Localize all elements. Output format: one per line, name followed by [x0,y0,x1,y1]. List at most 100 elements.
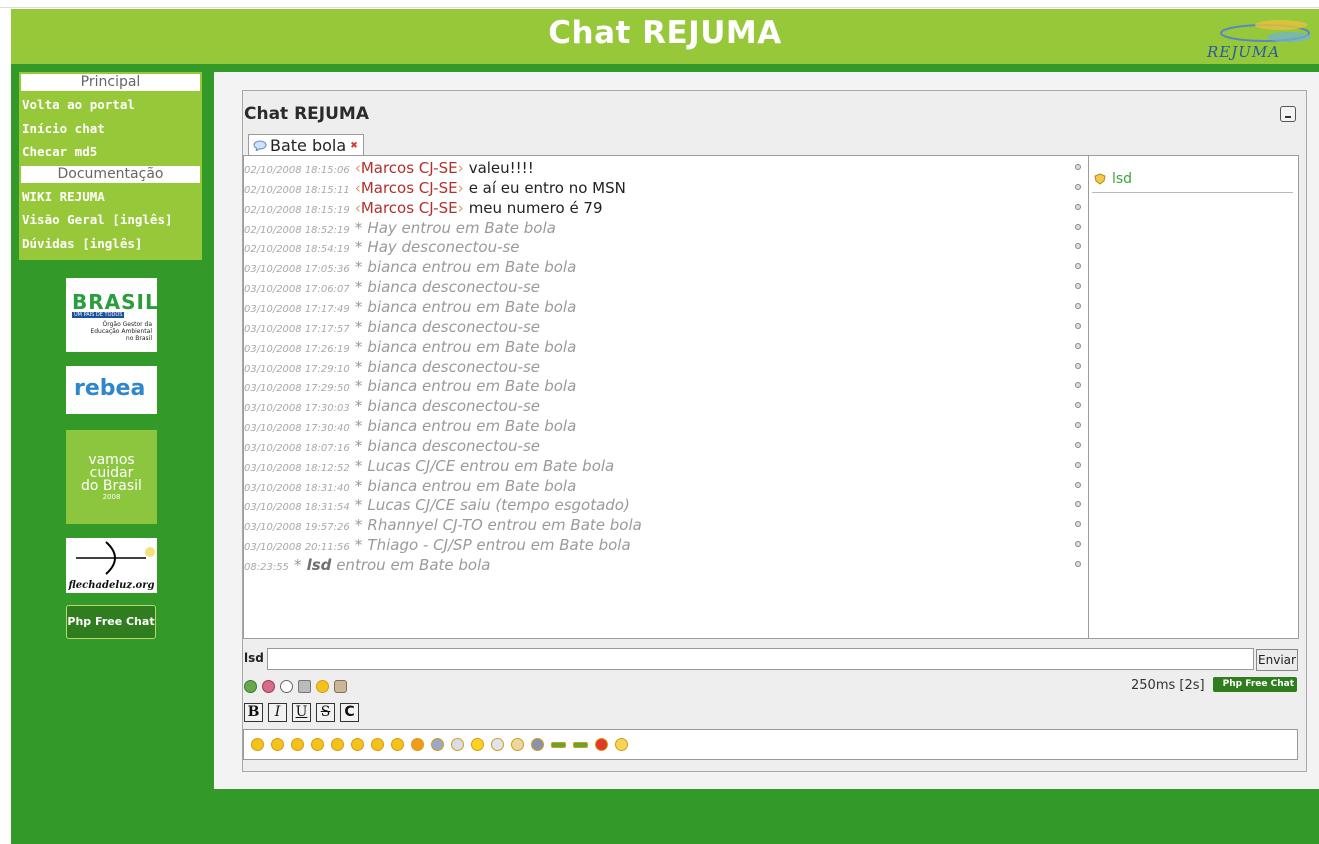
cloud-sun-icon[interactable] [491,738,504,751]
message-text: bianca entrou em Bate bola [367,258,577,277]
system-star: * [354,297,363,316]
chat-message: 02/10/2008 18:52:19 * Hay entrou em Bate… [244,218,1089,238]
system-star: * [354,516,363,535]
users-icon[interactable] [262,680,275,693]
message-nick[interactable]: ‹Marcos CJ-SE› [355,199,464,217]
message-text: bianca desconectou-se [367,397,541,416]
tongue-icon[interactable] [331,738,344,751]
message-text-rest: entrou em Bate bola [336,556,491,574]
chat-message: 02/10/2008 18:15:19 ‹Marcos CJ-SE› meu n… [244,198,1089,218]
cloud-icon[interactable] [431,738,444,751]
vamos-cuidar-banner-title: vamos cuidar do Brasil 2008 [66,453,157,502]
menu-link-volta-portal[interactable]: Volta ao portal [19,93,202,117]
chat-panel-title: Chat REJUMA [244,104,370,124]
message-text: Hay entrou em Bate bola [367,218,556,237]
message-area[interactable]: 02/10/2008 18:15:06 ‹Marcos CJ-SE› valeu… [243,155,1088,639]
chat-bubble-icon [253,140,267,151]
wink-icon[interactable] [271,738,284,751]
message-marker-icon [1075,541,1081,548]
lightbulb-icon[interactable] [615,738,628,751]
tab-bate-bola[interactable]: Bate bola ✖ [248,134,364,156]
clock-icon[interactable] [280,680,293,693]
angry-icon[interactable] [411,738,424,751]
chat-message: 03/10/2008 19:57:26 * Rhannyel CJ-TO ent… [244,515,1089,535]
grin-icon[interactable] [291,738,304,751]
message-timestamp: 03/10/2008 17:30:03 [244,403,350,415]
message-nick[interactable]: ‹Marcos CJ-SE› [355,159,464,177]
message-text: bianca entrou em Bate bola [367,337,577,356]
chat-message: 03/10/2008 17:06:07 * bianca desconectou… [244,277,1089,297]
brasil-banner-caption-line: Órgão Gestor da [102,321,153,328]
system-star: * [354,436,363,455]
smiley-icon[interactable] [316,680,329,693]
system-star: * [354,218,363,237]
strike-button[interactable]: S [316,703,335,722]
message-timestamp: 03/10/2008 17:17:49 [244,303,350,315]
brasil-banner-title: BRASIL [72,290,159,314]
close-tab-icon[interactable]: ✖ [350,141,358,151]
umbrella-icon[interactable] [451,738,464,751]
chat-message: 03/10/2008 18:12:52 * Lucas CJ/CE entrou… [244,456,1089,476]
message-input[interactable] [267,648,1254,670]
message-timestamp: 03/10/2008 17:29:50 [244,383,350,395]
menu-link-inicio-chat[interactable]: Início chat [19,117,202,141]
sound-icon[interactable] [298,680,311,693]
send-button[interactable]: Enviar [1256,649,1298,671]
rebea-banner[interactable]: rebea [66,366,157,414]
flechadeluz-banner[interactable]: flechadeluz.org [66,538,157,593]
partly-cloudy-icon[interactable] [511,738,524,751]
menu-link-duvidas[interactable]: Dúvidas [inglês] [19,232,202,256]
phpfreechat-badge[interactable]: Php Free Chat [1213,677,1297,692]
vamos-cuidar-banner[interactable]: vamos cuidar do Brasil 2008 [66,430,157,524]
current-nick[interactable]: lsd [244,651,264,665]
status-text: 250ms [2s] [1131,678,1205,693]
message-marker-icon [1075,521,1081,528]
user-list-item[interactable]: lsd [1092,165,1293,193]
message-marker-icon [1075,402,1081,409]
bold-button[interactable]: B [244,703,263,722]
person-icon[interactable] [334,680,347,693]
warning-icon[interactable] [595,738,608,751]
vamos-cuidar-year: 2008 [102,493,121,501]
color-button[interactable]: C [340,703,359,722]
system-star: * [294,556,302,574]
nick-name: Marcos CJ-SE [360,159,458,177]
message-marker-icon [1075,283,1081,290]
system-star: * [354,258,363,277]
minimize-button[interactable] [1280,106,1296,122]
sad-icon[interactable] [311,738,324,751]
arrow-right-icon[interactable] [551,741,566,748]
globe-icon[interactable] [244,680,257,693]
message-timestamp: 02/10/2008 18:52:19 [244,224,350,236]
chat-message: 03/10/2008 20:11:56 * Thiago - CJ/SP ent… [244,535,1089,555]
brasil-banner[interactable]: BRASIL UM PAÍS DE TODOS Órgão Gestor da … [66,278,159,352]
system-star: * [354,357,363,376]
message-marker-icon [1075,322,1081,329]
message-marker-icon [1075,342,1081,349]
underline-button[interactable]: U [292,703,311,722]
message-timestamp: 02/10/2008 18:15:11 [244,184,350,196]
message-timestamp: 03/10/2008 17:17:57 [244,323,350,335]
chat-tools [244,680,347,693]
top-border [0,0,1319,8]
smile-icon[interactable] [251,738,264,751]
message-timestamp: 03/10/2008 17:26:19 [244,343,350,355]
sun-icon[interactable] [471,738,484,751]
menu-link-checar-md5[interactable]: Checar md5 [19,140,202,164]
phpfreechat-banner[interactable]: Php Free Chat [66,605,156,639]
italic-button[interactable]: I [268,703,287,722]
message-nick[interactable]: ‹Marcos CJ-SE› [355,179,464,197]
cool-icon[interactable] [391,738,404,751]
message-text: Lucas CJ/CE saiu (tempo esgotado) [367,496,630,515]
message-timestamp: 03/10/2008 17:05:36 [244,264,350,276]
surprised-icon[interactable] [351,738,364,751]
message-text: lsd entrou em Bate bola [307,556,491,574]
menu-link-visao-geral[interactable]: Visão Geral [inglês] [19,208,202,232]
menu-link-wiki[interactable]: WIKI REJUMA [19,185,202,209]
arrow-left-icon[interactable] [573,741,588,748]
tab-label: Bate bola [270,136,347,155]
message-text: Hay desconectou-se [367,238,520,257]
logo-text: REJUMA [1207,43,1281,61]
storm-icon[interactable] [531,738,544,751]
neutral-icon[interactable] [371,738,384,751]
